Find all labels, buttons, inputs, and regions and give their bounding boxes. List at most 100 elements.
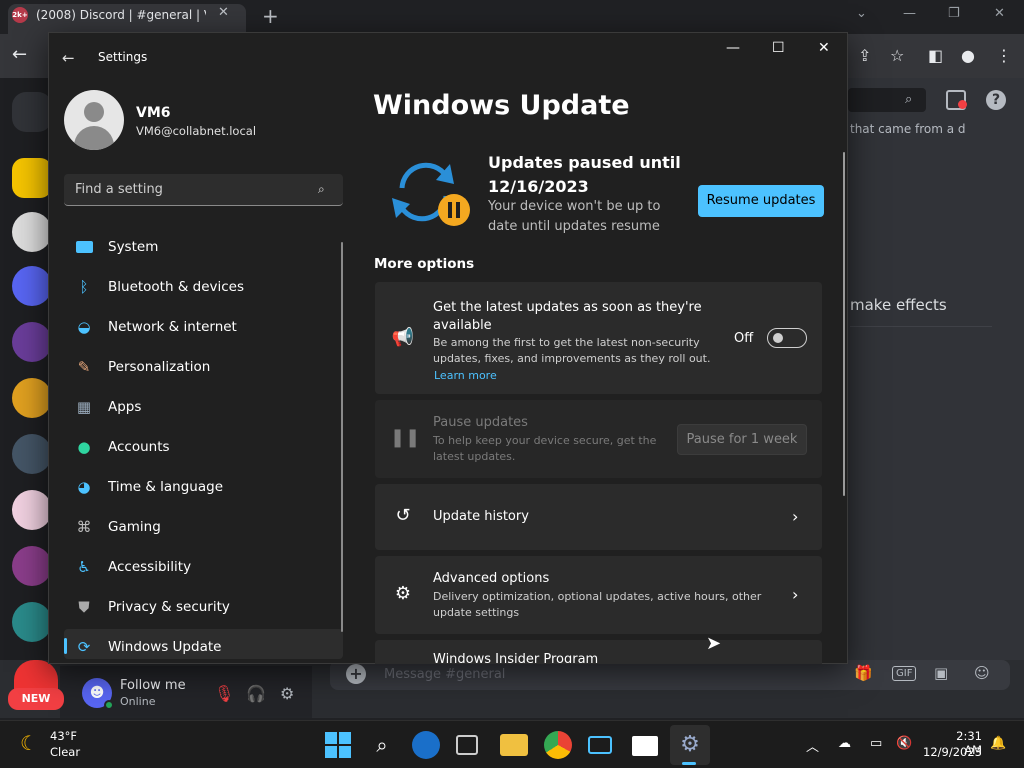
chat-message: that came from a d	[850, 122, 966, 136]
browser-minimize-icon[interactable]: —	[903, 6, 916, 21]
gift-icon[interactable]: 🎁	[854, 664, 873, 682]
chrome-icon[interactable]	[544, 731, 572, 759]
headphones-icon[interactable]: 🎧	[246, 684, 266, 703]
share-icon[interactable]: ⇪	[858, 46, 871, 65]
browser-menu-icon[interactable]: ⋮	[996, 46, 1012, 65]
nav-item-accounts[interactable]	[64, 429, 343, 465]
edge-beta-icon[interactable]	[412, 731, 440, 759]
close-icon[interactable]: ✕	[818, 40, 830, 56]
task-manager-icon[interactable]	[632, 736, 658, 756]
gif-icon[interactable]: GIF	[892, 666, 917, 681]
emoji-icon[interactable]: ☺	[974, 664, 990, 682]
file-explorer-icon[interactable]	[500, 734, 528, 756]
content-scrollbar[interactable]	[843, 152, 845, 496]
profile-icon[interactable]: ●	[961, 46, 975, 65]
back-arrow-icon[interactable]: ←	[62, 49, 75, 67]
bluetooth-icon: ᛒ	[79, 278, 89, 296]
browser-back-icon[interactable]: ←	[12, 44, 27, 65]
nav-item-accessibility[interactable]	[64, 549, 343, 585]
side-panel-icon[interactable]: ◧	[928, 46, 943, 65]
nav-label: Network & internet	[108, 319, 237, 335]
start-windows-icon[interactable]	[324, 731, 352, 759]
advanced-options-description: Delivery optimization, optional updates,…	[433, 590, 762, 619]
latest-updates-toggle[interactable]	[767, 328, 807, 348]
browser-restore-icon[interactable]: ❐	[948, 6, 960, 21]
windows-insider-title: Windows Insider Program	[433, 652, 599, 663]
notification-bell-icon[interactable]: 🔔	[990, 736, 1006, 751]
nav-item-apps[interactable]	[64, 389, 343, 425]
server-icon[interactable]	[12, 490, 52, 530]
avatar-head-shape	[84, 102, 104, 122]
nav-label: Privacy & security	[108, 599, 230, 615]
online-status-dot	[104, 700, 114, 710]
latest-updates-description: Be among the first to get the latest non…	[433, 336, 711, 365]
wifi-icon: ◒	[77, 318, 91, 336]
discord-chat-area	[848, 78, 1024, 718]
server-icon-film[interactable]	[12, 158, 52, 198]
weather-temperature[interactable]: 43°F	[50, 729, 77, 743]
server-icon[interactable]	[14, 660, 58, 690]
nav-label: Time & language	[108, 479, 224, 495]
monitor-icon	[74, 237, 94, 257]
settings-gear-icon[interactable]: ⚙	[676, 731, 704, 759]
update-history-title: Update history	[433, 509, 529, 524]
globe-clock-icon: ◕	[77, 478, 91, 496]
browser-close-icon[interactable]: ✕	[994, 6, 1005, 21]
tab-close-icon[interactable]: ✕	[218, 5, 229, 20]
new-badge: NEW	[8, 688, 64, 710]
history-icon: ↺	[395, 505, 411, 526]
nav-scrollbar[interactable]	[341, 242, 343, 632]
show-hidden-icons-icon[interactable]: ︿	[806, 736, 819, 755]
mute-microphone-icon[interactable]: 🎙	[214, 684, 234, 703]
window-title: Settings	[98, 50, 148, 64]
volume-muted-icon[interactable]: 🔇	[896, 736, 912, 751]
more-options-heading: More options	[374, 256, 475, 272]
sticker-icon[interactable]: ▣	[934, 664, 948, 682]
search-placeholder: Find a setting	[75, 182, 163, 197]
server-icon[interactable]	[12, 546, 52, 586]
discord-username[interactable]: Follow me	[120, 678, 186, 693]
onedrive-icon[interactable]: ☁	[838, 736, 851, 751]
chat-message: make effects	[850, 296, 947, 314]
network-icon[interactable]: ▭	[870, 736, 882, 751]
megaphone-icon: 📢	[391, 327, 415, 348]
discord-home-icon[interactable]	[12, 92, 52, 132]
maximize-icon[interactable]: ☐	[772, 40, 785, 56]
pause-updates-title: Pause updates	[433, 415, 528, 430]
server-icon[interactable]	[12, 602, 52, 642]
learn-more-link[interactable]: Learn more	[434, 369, 497, 382]
new-tab-button[interactable]: +	[262, 4, 279, 28]
task-view-icon[interactable]	[456, 735, 478, 755]
latest-updates-title: Get the latest updates as soon as they'r…	[433, 300, 702, 333]
tab-search-icon[interactable]: ⌄	[856, 6, 867, 21]
nav-label: Windows Update	[108, 639, 222, 655]
server-icon[interactable]	[12, 434, 52, 474]
chat-divider	[850, 326, 992, 344]
gears-icon: ⚙	[394, 583, 412, 604]
search-icon: ⌕	[905, 92, 913, 107]
moon-weather-icon[interactable]: ☾	[20, 731, 38, 755]
server-icon[interactable]	[12, 378, 52, 418]
server-icon[interactable]	[12, 322, 52, 362]
discord-search-input[interactable]	[848, 88, 926, 112]
add-attachment-icon[interactable]: +	[346, 664, 366, 684]
user-avatar[interactable]	[64, 90, 124, 150]
nav-item-gaming[interactable]	[64, 509, 343, 545]
person-icon: ●	[77, 438, 91, 456]
server-icon[interactable]	[12, 212, 52, 252]
nav-item-system[interactable]	[64, 229, 343, 265]
pause-icon: ❚❚	[390, 427, 421, 448]
server-icon[interactable]	[12, 266, 52, 306]
user-settings-gear-icon[interactable]: ⚙	[280, 684, 294, 703]
taskbar-date[interactable]: 12/9/2023	[920, 745, 982, 759]
bookmark-star-icon[interactable]: ☆	[890, 46, 904, 65]
search-icon[interactable]: ⌕	[368, 731, 396, 759]
advanced-options-title: Advanced options	[433, 571, 550, 586]
weather-condition[interactable]: Clear	[50, 745, 80, 759]
remote-desktop-icon[interactable]	[588, 736, 612, 754]
pause-for-1-week-button: Pause for 1 week	[677, 424, 807, 455]
resume-updates-button[interactable]: Resume updates	[698, 185, 824, 217]
discord-user-status: Online	[120, 695, 156, 708]
minimize-icon[interactable]: —	[726, 40, 740, 56]
help-icon[interactable]: ?	[986, 90, 1006, 110]
